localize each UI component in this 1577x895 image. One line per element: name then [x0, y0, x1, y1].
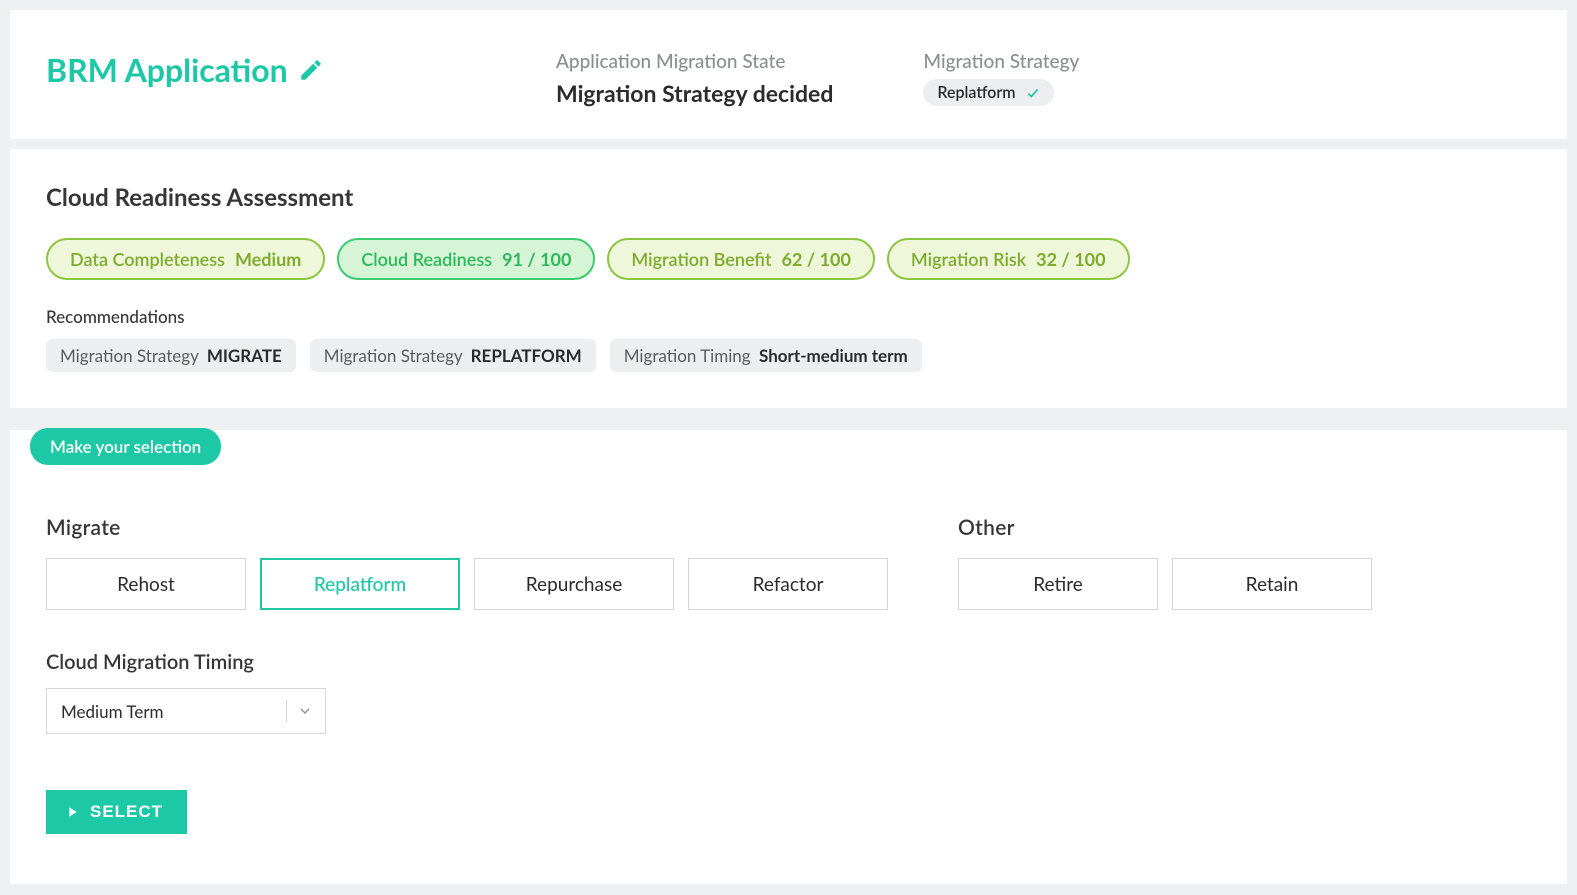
migrate-buttons: Rehost Replatform Repurchase Refactor: [46, 558, 888, 610]
select-button[interactable]: SELECT: [46, 790, 187, 834]
migration-state-block: Application Migration State Migration St…: [556, 50, 833, 107]
migration-strategy-label: Migration Strategy: [923, 50, 1079, 73]
chevron-down-icon: [297, 703, 313, 719]
metric-value: 32 / 100: [1036, 248, 1105, 270]
app-title: BRM Application: [46, 50, 288, 89]
option-replatform[interactable]: Replatform: [260, 558, 460, 610]
rec-value: REPLATFORM: [471, 345, 582, 366]
timing-block: Cloud Migration Timing Medium Term: [46, 650, 1531, 734]
assessment-title: Cloud Readiness Assessment: [46, 183, 1531, 212]
metrics-row: Data Completeness Medium Cloud Readiness…: [46, 238, 1531, 280]
metric-value: 62 / 100: [782, 248, 851, 270]
metric-migration-risk[interactable]: Migration Risk 32 / 100: [887, 238, 1130, 280]
option-retire[interactable]: Retire: [958, 558, 1158, 610]
migration-strategy-value: Replatform: [937, 83, 1015, 102]
other-group-title: Other: [958, 515, 1372, 540]
metric-label: Migration Risk: [911, 248, 1026, 270]
metric-label: Data Completeness: [70, 248, 225, 270]
rec-label: Migration Strategy: [324, 345, 462, 366]
play-icon: [64, 804, 80, 820]
rec-label: Migration Strategy: [60, 345, 198, 366]
option-repurchase[interactable]: Repurchase: [474, 558, 674, 610]
option-refactor[interactable]: Refactor: [688, 558, 888, 610]
recommendation-chip: Migration Strategy REPLATFORM: [310, 339, 596, 372]
migration-strategy-block: Migration Strategy Replatform: [923, 50, 1079, 106]
header-card: BRM Application Application Migration St…: [10, 10, 1567, 139]
app-title-wrap: BRM Application: [46, 50, 466, 89]
other-buttons: Retire Retain: [958, 558, 1372, 610]
metric-migration-benefit[interactable]: Migration Benefit 62 / 100: [607, 238, 874, 280]
assessment-card: Cloud Readiness Assessment Data Complete…: [10, 149, 1567, 408]
timing-select[interactable]: Medium Term: [46, 688, 326, 734]
recommendation-chip: Migration Timing Short-medium term: [610, 339, 922, 372]
selection-tab[interactable]: Make your selection: [30, 428, 221, 465]
migration-state-value: Migration Strategy decided: [556, 79, 833, 107]
options-row: Migrate Rehost Replatform Repurchase Ref…: [46, 515, 1531, 610]
rec-value: Short-medium term: [759, 345, 908, 366]
selection-card: Make your selection Migrate Rehost Repla…: [10, 430, 1567, 884]
metric-label: Cloud Readiness: [361, 248, 492, 270]
recommendations-row: Migration Strategy MIGRATE Migration Str…: [46, 339, 1531, 372]
divider: [286, 700, 287, 722]
edit-icon[interactable]: [298, 57, 324, 83]
select-button-label: SELECT: [90, 802, 163, 822]
timing-value: Medium Term: [61, 701, 164, 722]
recommendation-chip: Migration Strategy MIGRATE: [46, 339, 296, 372]
recommendations-title: Recommendations: [46, 306, 1531, 327]
migrate-group-title: Migrate: [46, 515, 888, 540]
metric-value: 91 / 100: [502, 248, 571, 270]
metric-data-completeness[interactable]: Data Completeness Medium: [46, 238, 325, 280]
metric-label: Migration Benefit: [631, 248, 771, 270]
other-group: Other Retire Retain: [958, 515, 1372, 610]
migration-state-label: Application Migration State: [556, 50, 833, 73]
migration-strategy-pill: Replatform: [923, 79, 1053, 106]
metric-cloud-readiness[interactable]: Cloud Readiness 91 / 100: [337, 238, 595, 280]
timing-label: Cloud Migration Timing: [46, 650, 1531, 674]
option-rehost[interactable]: Rehost: [46, 558, 246, 610]
check-icon: [1026, 86, 1040, 100]
rec-value: MIGRATE: [207, 345, 282, 366]
migrate-group: Migrate Rehost Replatform Repurchase Ref…: [46, 515, 888, 610]
option-retain[interactable]: Retain: [1172, 558, 1372, 610]
selection-body: Migrate Rehost Replatform Repurchase Ref…: [10, 465, 1567, 834]
rec-label: Migration Timing: [624, 345, 751, 366]
metric-value: Medium: [235, 248, 301, 270]
